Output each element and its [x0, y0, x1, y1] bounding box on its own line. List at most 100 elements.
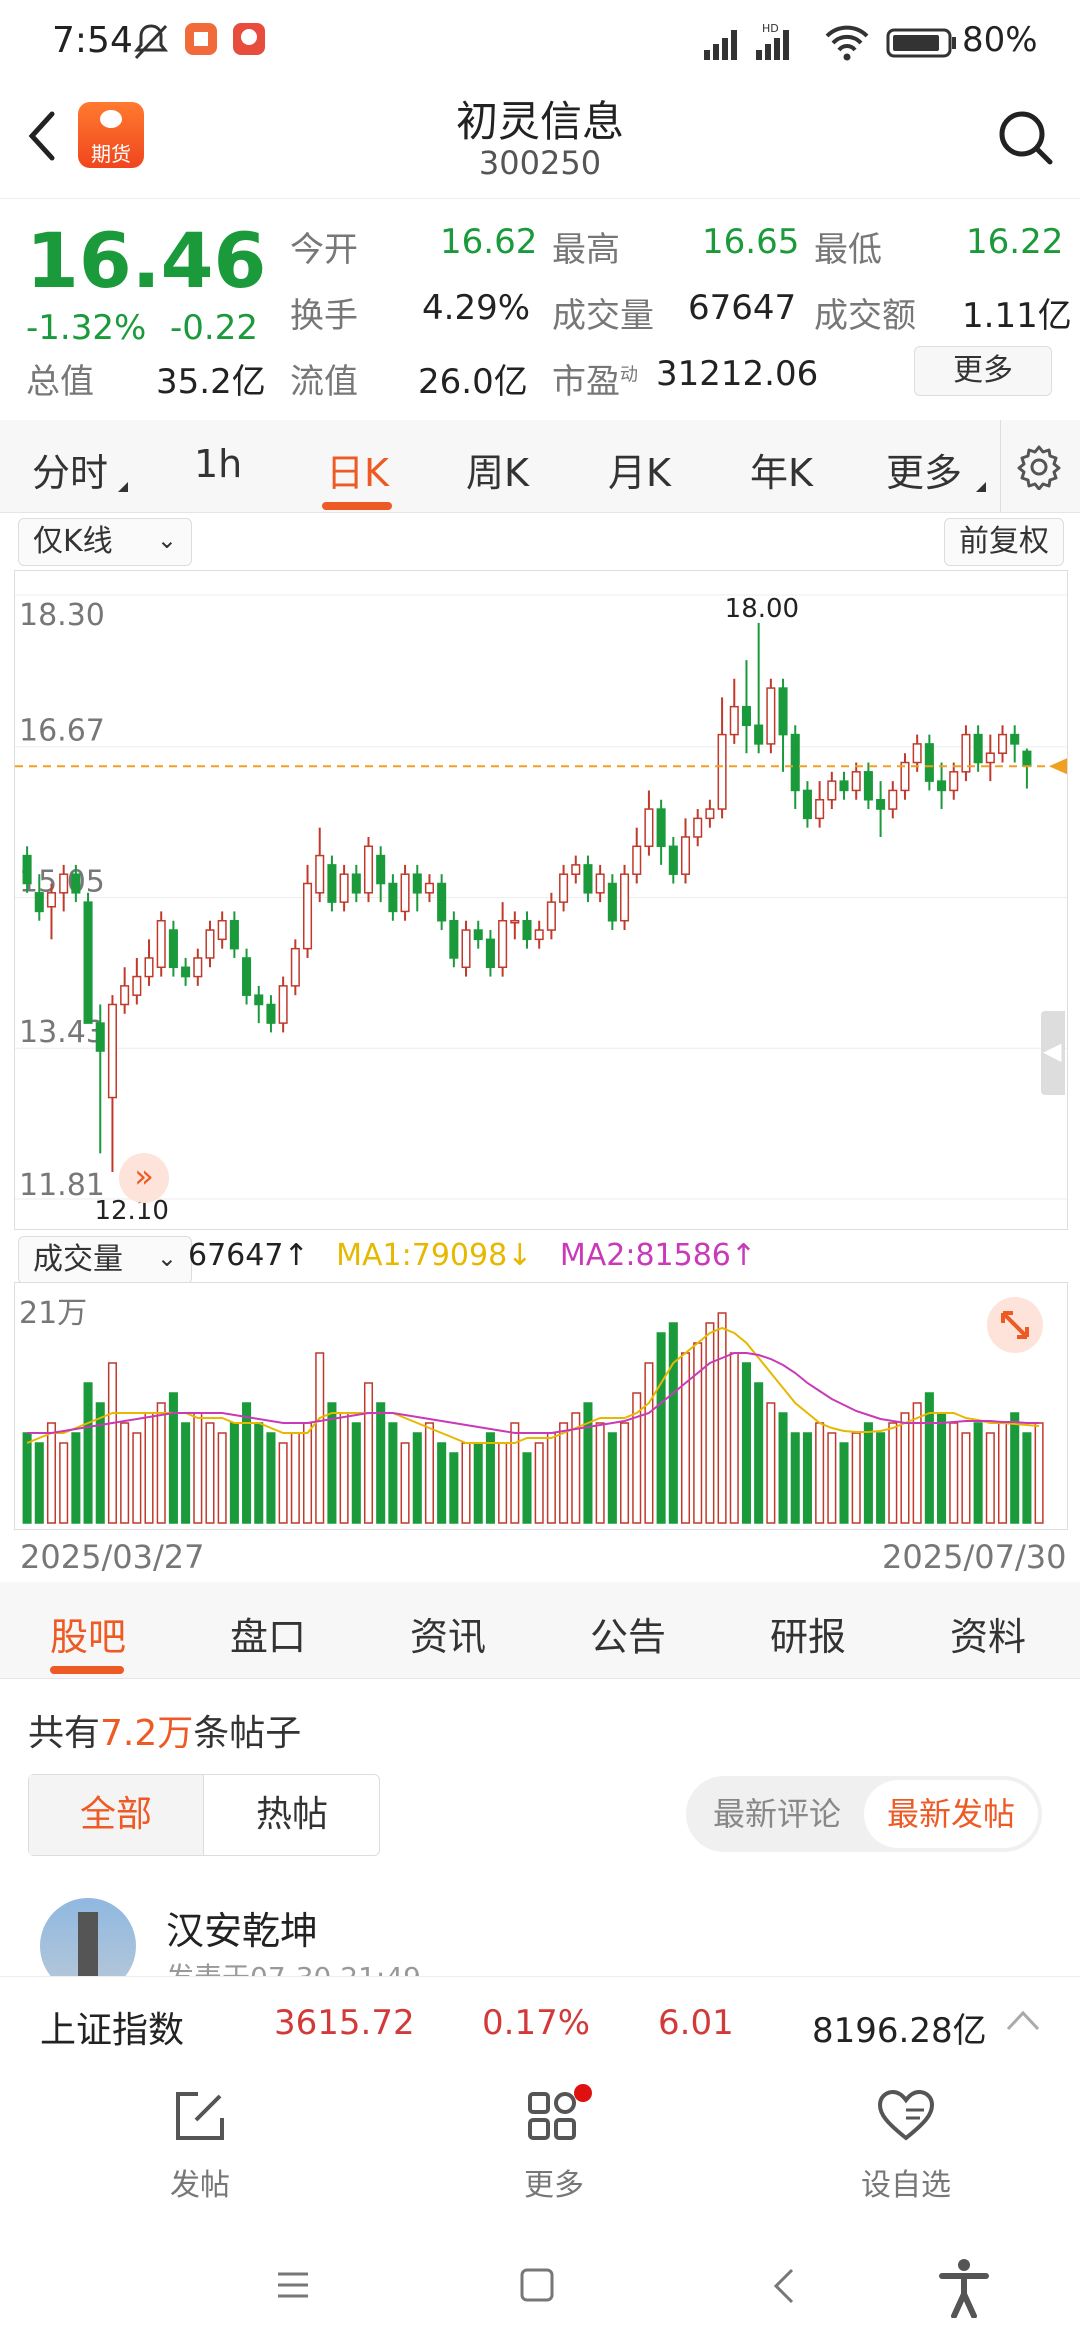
- candle-body: [607, 882, 617, 922]
- volume-bar: [205, 1422, 215, 1524]
- search-icon[interactable]: [996, 108, 1054, 170]
- tab-yearly-k[interactable]: 年K: [750, 442, 813, 497]
- candle-body: [534, 929, 544, 941]
- tab-weekly-k[interactable]: 周K: [466, 442, 529, 497]
- post-author[interactable]: 汉安乾坤: [166, 1900, 318, 1955]
- expand-icon[interactable]: [987, 1297, 1043, 1353]
- candle-body: [46, 892, 57, 908]
- index-ticker[interactable]: 上证指数 3615.72 0.17% 6.01 8196.28亿: [0, 1976, 1080, 2070]
- side-handle[interactable]: ◀: [1041, 1011, 1065, 1095]
- tab-orderbook[interactable]: 盘口: [230, 1606, 306, 1661]
- volume-bar: [668, 1322, 678, 1524]
- volume-bar: [71, 1432, 81, 1524]
- candle-body: [424, 882, 434, 894]
- volume-bar: [997, 1422, 1008, 1524]
- settings-gear-icon[interactable]: [1016, 444, 1062, 494]
- volume-bar: [827, 1432, 837, 1524]
- back-icon[interactable]: [772, 2268, 796, 2308]
- low-label: 最低: [814, 230, 882, 270]
- volume-bar: [522, 1452, 532, 1524]
- candle-body: [802, 789, 812, 820]
- active-tab-indicator: [50, 1666, 124, 1674]
- volume-bar: [766, 1402, 776, 1524]
- candle-body: [888, 789, 898, 810]
- volume-bar: [461, 1442, 471, 1524]
- bottom-nav: 发帖 更多 设自选: [0, 2068, 1080, 2218]
- volume-bar: [876, 1432, 886, 1524]
- nav-post-button[interactable]: 发帖: [140, 2088, 260, 2208]
- svg-text:HD: HD: [762, 22, 779, 35]
- tab-intraday[interactable]: 分时: [32, 442, 108, 497]
- volume-bar: [473, 1442, 483, 1524]
- volume-bar: [1034, 1422, 1044, 1524]
- chevron-up-icon[interactable]: [1004, 2005, 1042, 2039]
- volume-bar: [388, 1422, 398, 1524]
- tab-daily-k[interactable]: 日K: [326, 442, 389, 497]
- tab-more[interactable]: 更多: [886, 442, 962, 497]
- tab-1h[interactable]: 1h: [194, 442, 242, 486]
- scroll-left-icon[interactable]: »: [119, 1153, 169, 1203]
- market-cap-value: 35.2亿: [156, 362, 266, 402]
- accessibility-icon[interactable]: [938, 2258, 990, 2322]
- candle-body: [412, 873, 422, 894]
- post-count-value: 7.2万: [100, 1713, 194, 1754]
- tab-divider: [1000, 420, 1001, 512]
- volume-bar: [59, 1442, 69, 1524]
- more-quote-button[interactable]: 更多: [914, 346, 1052, 396]
- volume-bar: [815, 1422, 825, 1524]
- candle-body: [827, 780, 837, 801]
- filter-hot-button[interactable]: 热帖: [203, 1775, 380, 1855]
- volume-bar: [485, 1432, 495, 1524]
- candle-body: [388, 882, 398, 913]
- volume-bar: [680, 1352, 691, 1524]
- tab-forum[interactable]: 股吧: [50, 1606, 126, 1661]
- candle-body: [571, 864, 581, 875]
- candle-body: [229, 919, 239, 950]
- nav-watchlist-button[interactable]: 设自选: [846, 2088, 966, 2208]
- ma1-value: MA1:79098: [336, 1238, 508, 1273]
- volume-bar: [181, 1422, 191, 1524]
- volume-bar: [851, 1432, 861, 1524]
- active-tab-indicator: [322, 502, 392, 510]
- tab-announcements[interactable]: 公告: [590, 1606, 666, 1661]
- volume-bar: [546, 1432, 556, 1524]
- volume-chart[interactable]: 21万: [14, 1282, 1068, 1530]
- volume-bar: [290, 1432, 300, 1524]
- nav-more-button[interactable]: 更多: [494, 2084, 614, 2208]
- sort-latest-comment[interactable]: 最新评论: [686, 1776, 868, 1852]
- volume-bar: [620, 1422, 630, 1524]
- max-price-label: 18.00: [725, 594, 799, 624]
- tab-research[interactable]: 研报: [770, 1606, 846, 1661]
- tab-news[interactable]: 资讯: [410, 1606, 486, 1661]
- info-tabs: 股吧 盘口 资讯 公告 研报 资料: [0, 1582, 1080, 1679]
- volume-indicator-select[interactable]: 成交量 ⌄: [18, 1236, 192, 1284]
- y-tick-label: 16.67: [19, 714, 105, 749]
- pe-label-text: 市盈: [552, 362, 620, 402]
- kline-chart[interactable]: 18.3016.6715.0513.4311.8118.0012.10 » ◀: [14, 570, 1068, 1230]
- amount-value: 1.11亿: [962, 296, 1072, 336]
- tab-profile[interactable]: 资料: [950, 1606, 1026, 1661]
- date-start: 2025/03/27: [20, 1538, 205, 1576]
- app-notification-icon: [184, 22, 218, 60]
- volume-bar: [961, 1432, 971, 1524]
- tab-monthly-k[interactable]: 月K: [608, 442, 671, 497]
- candle-body: [973, 733, 983, 764]
- menu-icon[interactable]: [276, 2270, 310, 2304]
- filter-all-button[interactable]: 全部: [29, 1775, 203, 1855]
- home-icon[interactable]: [520, 2268, 554, 2306]
- sort-latest-post[interactable]: 最新发帖: [864, 1780, 1038, 1848]
- volume-bar: [778, 1412, 788, 1524]
- candle-body: [644, 808, 654, 848]
- indicator-select[interactable]: 仅K线 ⌄: [18, 518, 192, 566]
- post-count: 共有7.2万条帖子: [28, 1704, 301, 1756]
- adjust-mode-button[interactable]: 前复权: [944, 518, 1064, 566]
- volume-bar: [120, 1422, 130, 1524]
- volume-bar: [351, 1422, 361, 1524]
- candle-body: [34, 892, 44, 913]
- heart-icon: [877, 2089, 935, 2141]
- volume-bar: [424, 1422, 434, 1524]
- sort-toggle: 最新评论 最新发帖: [686, 1776, 1042, 1852]
- candle-body: [290, 947, 300, 987]
- candle-body: [546, 901, 556, 931]
- status-time: 7:54: [52, 20, 133, 61]
